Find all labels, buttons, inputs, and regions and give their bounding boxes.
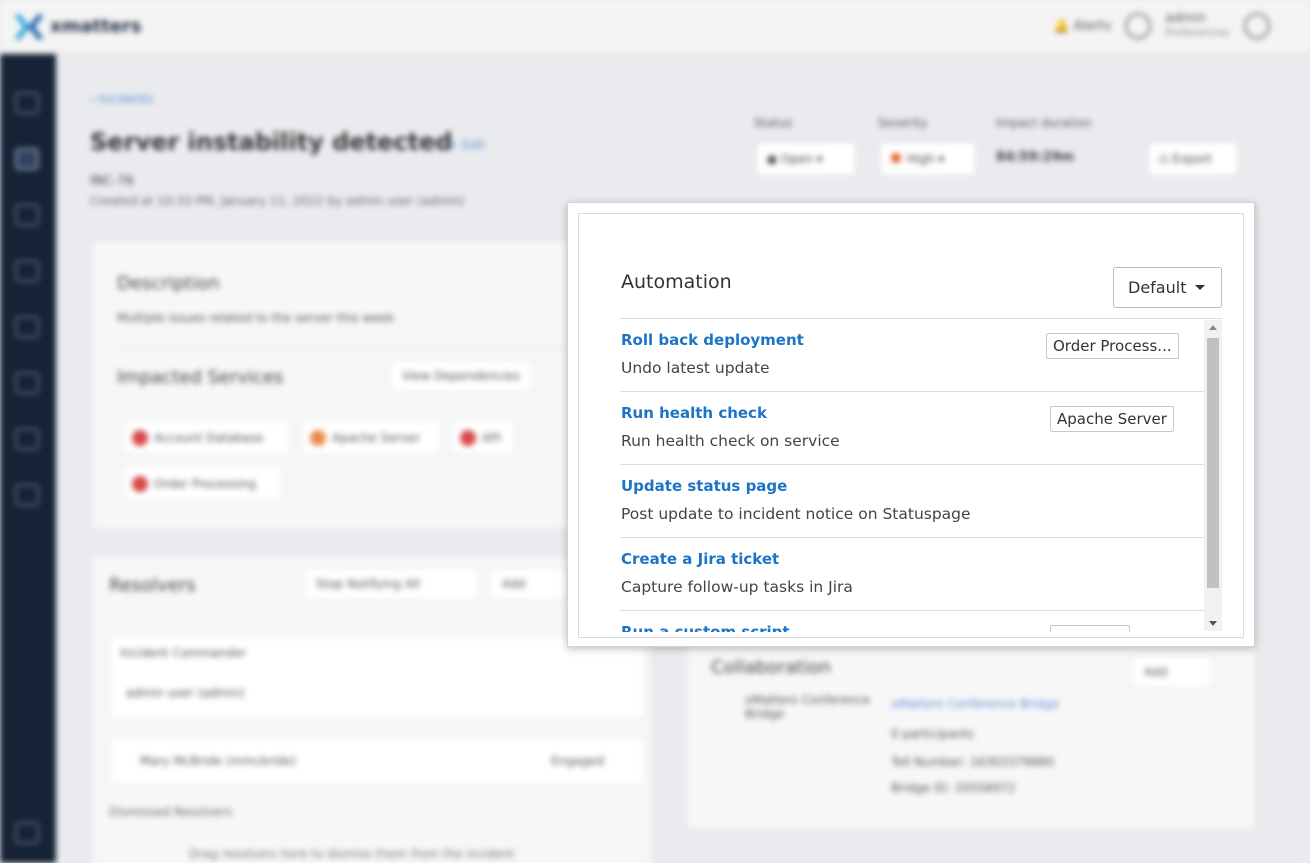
commander-name: admin user (admin): [126, 686, 245, 700]
alerts-link[interactable]: 🔔 Alerts: [1053, 19, 1111, 34]
automation-item-link[interactable]: Update status page: [621, 477, 787, 495]
xmatters-logo: [15, 13, 43, 41]
stop-notifying-button[interactable]: Stop Notifying All: [303, 567, 479, 601]
bridge-link[interactable]: xMatters Conference Bridge: [891, 697, 1059, 711]
automation-item-link[interactable]: Create a Jira ticket: [621, 550, 779, 568]
page-title: Server instability detected: [90, 128, 453, 156]
impact-value: 84:59:29m: [996, 150, 1075, 165]
automation-item-link[interactable]: Roll back deployment: [621, 331, 804, 349]
add-collaboration-button[interactable]: Add: [1131, 655, 1213, 689]
automation-item: Run health check Run health check on ser…: [620, 392, 1204, 465]
automation-item-desc: Post update to incident notice on Status…: [621, 505, 971, 523]
export-button[interactable]: ⎙ Export: [1148, 142, 1238, 176]
incidents-icon[interactable]: [15, 148, 39, 170]
sidebar: [0, 54, 56, 863]
service-tag: [1050, 625, 1130, 632]
user-name: admin: [1165, 11, 1207, 26]
reports-icon[interactable]: [15, 204, 39, 226]
incident-id: INC-76: [90, 174, 134, 189]
incident-commander-box: Incident Commander admin user (admin): [109, 635, 645, 719]
logo-text: xmatters: [50, 16, 142, 37]
automation-panel: Automation Default Roll back deployment …: [578, 213, 1244, 638]
user-menu[interactable]: admin Preferences: [1165, 12, 1230, 40]
title-edit-link[interactable]: ✎ Edit: [448, 138, 485, 152]
bridge-id: Bridge ID: 20558972: [891, 781, 1016, 795]
help-icon[interactable]: [1244, 13, 1270, 39]
scroll-up-icon[interactable]: [1209, 325, 1217, 330]
impact-label: Impact duration: [996, 116, 1092, 130]
top-bar: xmatters 🔔 Alerts admin Preferences: [0, 0, 1310, 54]
bridge-name: xMatters Conference Bridge: [745, 693, 871, 721]
automation-item: Update status page Post update to incide…: [620, 465, 1204, 538]
dashboard-icon[interactable]: [15, 92, 39, 114]
caret-down-icon: [1195, 285, 1205, 290]
resolver-row[interactable]: Mary McBride (mmcbride) Engaged: [109, 737, 645, 785]
toll-number: Toll Number: 16303379880: [891, 755, 1054, 769]
scroll-thumb[interactable]: [1207, 338, 1219, 588]
breadcrumb[interactable]: ‹ Incidents: [90, 92, 153, 106]
dismissed-label: Dismissed Resolvers: [109, 805, 232, 819]
service-chip[interactable]: Account Database: [123, 419, 291, 455]
automation-popup: Automation Default Roll back deployment …: [567, 202, 1255, 647]
scroll-down-icon[interactable]: [1209, 621, 1217, 626]
created-info: Created at 10:33 PM, January 11, 2022 by…: [90, 194, 465, 208]
participants: 0 participants: [891, 727, 974, 741]
workflows-icon[interactable]: [15, 428, 39, 450]
service-chip[interactable]: Apache Server: [301, 419, 441, 455]
automation-filter-dropdown[interactable]: Default: [1113, 267, 1222, 308]
collaboration-heading: Collaboration: [711, 657, 831, 678]
impacted-services-heading: Impacted Services: [117, 367, 284, 388]
service-chip[interactable]: Order Processing: [123, 465, 283, 501]
automation-scrollbar[interactable]: [1204, 320, 1222, 631]
severity-label: Severity: [878, 116, 928, 130]
automation-item-desc: Undo latest update: [621, 359, 770, 377]
service-chip[interactable]: API: [451, 419, 515, 455]
dismiss-hint: Drag resolvers here to dismiss them from…: [189, 847, 515, 861]
dropdown-label: Default: [1128, 278, 1187, 297]
user-sub: Preferences: [1165, 26, 1230, 39]
service-tag: Apache Server: [1050, 406, 1174, 432]
view-dependencies-button[interactable]: View Dependencies: [389, 359, 533, 393]
status-label: Status: [754, 116, 793, 130]
description-heading: Description: [117, 273, 220, 294]
messaging-icon[interactable]: [15, 260, 39, 282]
resolver-name: Mary McBride (mmcbride): [140, 754, 297, 768]
status-dropdown[interactable]: ◼ Open ▾: [756, 142, 856, 176]
add-resolver-button[interactable]: Add: [489, 567, 569, 601]
engaged-status: Engaged: [551, 754, 604, 768]
severity-dot-icon: [891, 153, 901, 163]
automation-item: Create a Jira ticket Capture follow-up t…: [620, 538, 1204, 611]
severity-dropdown[interactable]: High ▾: [880, 142, 976, 176]
flows-icon[interactable]: [15, 484, 39, 506]
service-tag: Order Process...: [1046, 333, 1179, 359]
automation-item-desc: Capture follow-up tasks in Jira: [621, 578, 853, 596]
calendar-icon[interactable]: [15, 372, 39, 394]
automation-item-link[interactable]: Run a custom script: [621, 623, 790, 632]
settings-icon[interactable]: [15, 822, 39, 844]
automation-item: Roll back deployment Undo latest update …: [620, 319, 1204, 392]
resolvers-heading: Resolvers: [109, 575, 196, 596]
automation-list: Roll back deployment Undo latest update …: [620, 319, 1204, 632]
collaboration-card: Collaboration Add xMatters Conference Br…: [686, 634, 1256, 830]
top-right-controls: 🔔 Alerts admin Preferences: [1053, 12, 1270, 40]
commander-label: Incident Commander: [120, 646, 247, 660]
avatar-icon[interactable]: [1125, 13, 1152, 39]
groups-icon[interactable]: [15, 316, 39, 338]
automation-title: Automation: [621, 271, 732, 293]
automation-item-link[interactable]: Run health check: [621, 404, 767, 422]
automation-item-desc: Run health check on service: [621, 432, 840, 450]
description-text: Multiple issues related to the server th…: [117, 311, 395, 325]
automation-item: Run a custom script: [620, 611, 1204, 632]
